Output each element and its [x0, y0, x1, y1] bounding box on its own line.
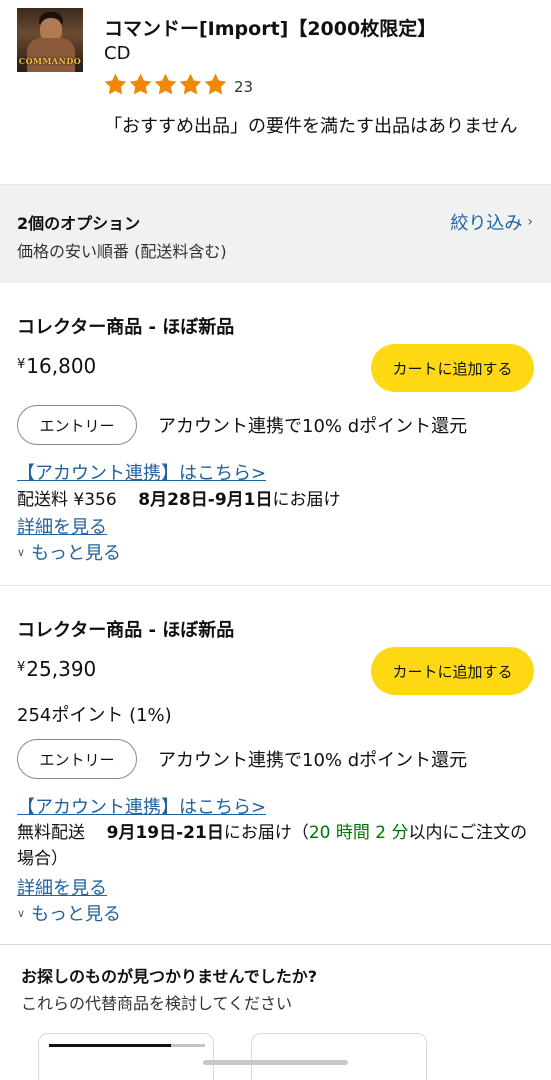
filter-label: 絞り込み: [450, 213, 523, 234]
account-link[interactable]: 【アカウント連携】はこちら>: [17, 793, 266, 819]
order-countdown: 20 時間 2 分: [308, 823, 409, 843]
show-more-button[interactable]: ∨ もっと見る: [17, 539, 121, 565]
shipping-fee: 配送料 ¥356: [17, 490, 117, 510]
alternative-product-card[interactable]: [251, 1033, 427, 1080]
product-title[interactable]: コマンドー[Import]【2000枚限定】: [104, 14, 436, 41]
filter-button[interactable]: 絞り込み ›: [450, 209, 533, 235]
details-link[interactable]: 詳細を見る: [17, 874, 107, 900]
currency-symbol: ¥: [17, 357, 26, 372]
entry-button[interactable]: エントリー: [17, 739, 137, 779]
suggestion-subtitle: これらの代替商品を検討してください: [21, 994, 293, 1013]
star-icon: [179, 73, 202, 95]
offer-condition: コレクター商品 - ほぼ新品: [17, 317, 235, 338]
price-value: 16,800: [26, 354, 97, 378]
details-link[interactable]: 詳細を見る: [17, 513, 107, 539]
delivery-suffix: にお届け（: [223, 823, 309, 843]
delivery-info: 無料配送 9月19日-21日にお届け（20 時間 2 分以内にご注文の場合）: [17, 820, 537, 872]
sort-order: 価格の安い順番 (配送料含む): [17, 242, 227, 261]
home-indicator[interactable]: [203, 1060, 348, 1065]
delivery-info: 配送料 ¥356 8月28日-9月1日にお届け: [17, 487, 537, 513]
thumbnail-logo: COMMANDO: [18, 56, 82, 66]
product-format: CD: [104, 43, 131, 64]
delivery-suffix: にお届け: [272, 490, 341, 510]
chevron-down-icon: ∨: [17, 906, 26, 920]
options-bar: 2個のオプション 価格の安い順番 (配送料含む) 絞り込み ›: [0, 184, 551, 283]
offer-price: ¥25,390: [17, 657, 96, 681]
dpoint-campaign-text: アカウント連携で10% dポイント還元: [158, 416, 468, 437]
offer-card: コレクター商品 - ほぼ新品 ¥16,800 カートに追加する エントリー アカ…: [0, 283, 551, 586]
chevron-right-icon: ›: [527, 214, 533, 230]
reward-points: 254ポイント (1%): [17, 705, 172, 726]
suggestion-title: お探しのものが見つかりませんでしたか?: [21, 967, 318, 986]
thumbnail-figure: [27, 38, 75, 72]
option-count: 2個のオプション: [17, 214, 141, 233]
offer-condition: コレクター商品 - ほぼ新品: [17, 620, 235, 641]
chevron-down-icon: ∨: [17, 545, 26, 559]
alternative-product-card[interactable]: [38, 1033, 214, 1080]
star-icon: [104, 73, 127, 95]
currency-symbol: ¥: [17, 660, 26, 675]
rating-count: 23: [234, 77, 254, 96]
delivery-date: 9月19日-21日: [106, 823, 224, 843]
featured-offer-notice: 「おすすめ出品」の要件を満たす出品はありません: [104, 116, 518, 137]
star-rating[interactable]: 23: [103, 72, 253, 97]
carousel-progress-fill: [49, 1044, 171, 1047]
add-to-cart-button[interactable]: カートに追加する: [371, 647, 534, 695]
entry-button[interactable]: エントリー: [17, 405, 137, 445]
star-icon: [204, 73, 227, 95]
product-thumbnail[interactable]: COMMANDO: [17, 8, 83, 72]
offer-price: ¥16,800: [17, 354, 96, 378]
star-icon: [154, 73, 177, 95]
carousel-progress: [49, 1044, 205, 1047]
show-more-button[interactable]: ∨ もっと見る: [17, 900, 121, 926]
dpoint-campaign-text: アカウント連携で10% dポイント還元: [158, 750, 468, 771]
price-value: 25,390: [26, 657, 97, 681]
account-link[interactable]: 【アカウント連携】はこちら>: [17, 459, 266, 485]
add-to-cart-button[interactable]: カートに追加する: [371, 344, 534, 392]
star-icon: [129, 73, 152, 95]
product-summary: COMMANDO コマンドー[Import]【2000枚限定】 CD 23 「お…: [0, 0, 551, 184]
show-more-label: もっと見る: [31, 543, 122, 564]
show-more-label: もっと見る: [31, 904, 122, 925]
offer-card: コレクター商品 - ほぼ新品 ¥25,390 カートに追加する 254ポイント …: [0, 586, 551, 945]
delivery-date: 8月28日-9月1日: [138, 490, 273, 510]
shipping-fee: 無料配送: [17, 823, 85, 843]
